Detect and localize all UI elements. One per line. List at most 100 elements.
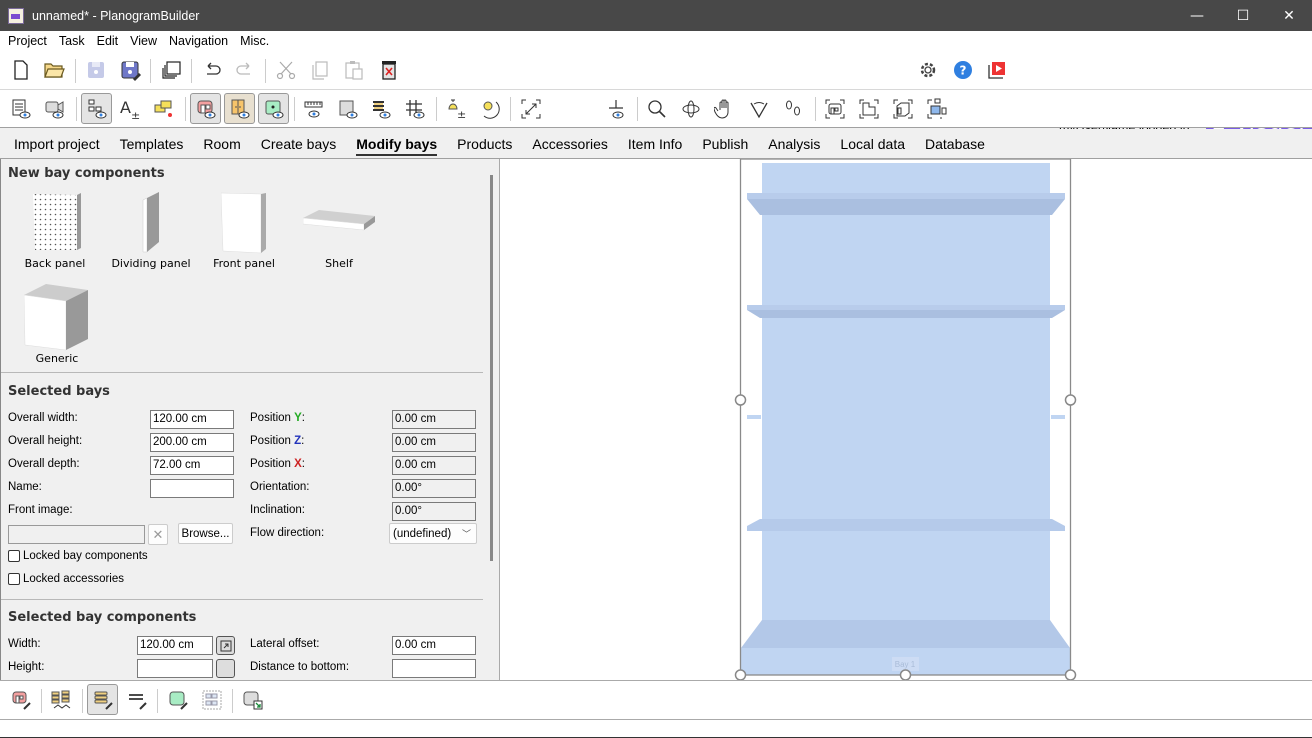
zoom-extents-icon[interactable] — [518, 96, 544, 122]
tab-products[interactable]: Products — [447, 129, 522, 159]
tab-accessories[interactable]: Accessories — [522, 129, 617, 159]
text-size-icon[interactable]: A ± — [117, 96, 143, 122]
overall-height-input[interactable]: 200.00 cm — [150, 433, 234, 452]
rotate-light-icon[interactable] — [477, 96, 503, 122]
resize-handle-bottom[interactable] — [899, 669, 912, 680]
locked-accessories-checkbox[interactable]: Locked accessories — [8, 573, 124, 585]
panel-view-icon[interactable] — [258, 93, 289, 124]
menu-misc[interactable]: Misc. — [234, 34, 275, 48]
list-view-icon[interactable] — [8, 96, 34, 122]
save-icon[interactable] — [83, 57, 109, 83]
front-image-input[interactable] — [8, 525, 145, 544]
distance-bottom-input[interactable] — [392, 659, 476, 678]
minimize-button[interactable]: — — [1174, 0, 1220, 31]
menu-task[interactable]: Task — [53, 34, 91, 48]
duplicate-icon[interactable] — [158, 57, 184, 83]
cut-icon[interactable] — [273, 57, 299, 83]
edit-shelves-stack-icon[interactable] — [48, 687, 74, 713]
orientation-input[interactable]: 0.00° — [392, 479, 476, 498]
component-shelf[interactable]: Shelf — [302, 208, 375, 270]
labels-icon[interactable] — [151, 96, 177, 122]
new-file-icon[interactable] — [8, 57, 34, 83]
position-y-input[interactable]: 0.00 cm — [392, 410, 476, 429]
panel-scrollbar[interactable] — [484, 159, 500, 680]
copy-icon[interactable] — [307, 57, 333, 83]
grid-view-icon[interactable] — [402, 96, 428, 122]
height-option-button[interactable] — [216, 659, 235, 678]
menu-view[interactable]: View — [124, 34, 163, 48]
tab-database[interactable]: Database — [915, 129, 995, 159]
name-input[interactable] — [150, 479, 234, 498]
tab-local-data[interactable]: Local data — [830, 129, 915, 159]
component-back-panel[interactable]: Back panel — [25, 192, 85, 270]
tab-import-project[interactable]: Import project — [4, 129, 110, 159]
bay-view-icon[interactable] — [190, 93, 221, 124]
resize-handle-bottom-left[interactable] — [734, 669, 747, 680]
camera-view-icon[interactable] — [42, 96, 68, 122]
flow-direction-select[interactable]: (undefined) ﹀ — [389, 523, 477, 544]
edit-shelf-icon[interactable] — [87, 684, 118, 715]
clear-image-button[interactable]: ✕ — [148, 524, 168, 545]
menu-project[interactable]: Project — [2, 34, 53, 48]
add-light-icon[interactable]: ± — [443, 96, 469, 122]
dimensions-view-icon[interactable] — [301, 96, 327, 122]
edit-bay-icon[interactable] — [8, 687, 34, 713]
undo-icon[interactable] — [199, 57, 225, 83]
maximize-button[interactable]: ☐ — [1220, 0, 1266, 31]
export-icon[interactable] — [240, 687, 266, 713]
scrollbar-thumb[interactable] — [490, 175, 493, 561]
tab-room[interactable]: Room — [193, 129, 250, 159]
position-x-input[interactable]: 0.00 cm — [392, 456, 476, 475]
save-as-icon[interactable] — [117, 57, 143, 83]
component-dividing-panel[interactable]: Dividing panel — [111, 192, 191, 270]
menu-navigation[interactable]: Navigation — [163, 34, 234, 48]
locked-components-checkbox[interactable]: Locked bay components — [8, 550, 148, 562]
video-tutorial-icon[interactable] — [984, 57, 1010, 83]
tab-create-bays[interactable]: Create bays — [251, 129, 346, 159]
shelf-stack-view-icon[interactable] — [368, 96, 394, 122]
top-view-icon[interactable] — [856, 96, 882, 122]
close-button[interactable]: ✕ — [1266, 0, 1312, 31]
tab-publish[interactable]: Publish — [692, 129, 758, 159]
3d-viewport[interactable]: Bay 1 — [500, 159, 1312, 680]
delete-icon[interactable] — [376, 57, 402, 83]
browse-button[interactable]: Browse... — [178, 523, 233, 544]
perspective-view-icon[interactable] — [890, 96, 916, 122]
component-generic[interactable]: Generic — [23, 283, 90, 365]
settings-icon[interactable] — [915, 57, 941, 83]
pan-tool-icon[interactable] — [712, 96, 738, 122]
fit-selection-icon[interactable] — [924, 96, 950, 122]
walk-tool-icon[interactable] — [780, 96, 806, 122]
tab-analysis[interactable]: Analysis — [758, 129, 830, 159]
hierarchy-view-icon[interactable] — [81, 93, 112, 124]
zoom-tool-icon[interactable] — [644, 96, 670, 122]
height-input[interactable] — [137, 659, 213, 678]
open-folder-icon[interactable] — [41, 57, 67, 83]
help-icon[interactable]: ? — [950, 57, 976, 83]
overall-depth-input[interactable]: 72.00 cm — [150, 456, 234, 475]
tab-templates[interactable]: Templates — [110, 129, 194, 159]
overall-width-input[interactable]: 120.00 cm — [150, 410, 234, 429]
menu-edit[interactable]: Edit — [91, 34, 125, 48]
redo-icon[interactable] — [232, 57, 258, 83]
door-view-icon[interactable] — [224, 93, 255, 124]
tab-item-info[interactable]: Item Info — [618, 129, 692, 159]
shadow-view-icon[interactable] — [335, 96, 361, 122]
paste-icon[interactable] — [341, 57, 367, 83]
position-z-input[interactable]: 0.00 cm — [392, 433, 476, 452]
resize-handle-bottom-right[interactable] — [1064, 669, 1077, 680]
link-dimensions-button[interactable] — [216, 636, 235, 655]
resize-handle-left[interactable] — [734, 394, 747, 406]
floor-view-icon[interactable] — [603, 96, 629, 122]
lateral-offset-input[interactable]: 0.00 cm — [392, 636, 476, 655]
edit-backpanel-icon[interactable] — [165, 687, 191, 713]
grid-layout-icon[interactable] — [199, 687, 225, 713]
width-input[interactable]: 120.00 cm — [137, 636, 213, 655]
edit-lines-icon[interactable] — [124, 687, 150, 713]
resize-handle-right[interactable] — [1064, 394, 1077, 406]
tab-modify-bays[interactable]: Modify bays — [346, 129, 447, 159]
orbit-tool-icon[interactable] — [678, 96, 704, 122]
front-view-icon[interactable] — [822, 96, 848, 122]
inclination-input[interactable]: 0.00° — [392, 502, 476, 521]
component-front-panel[interactable]: Front panel — [213, 192, 275, 270]
